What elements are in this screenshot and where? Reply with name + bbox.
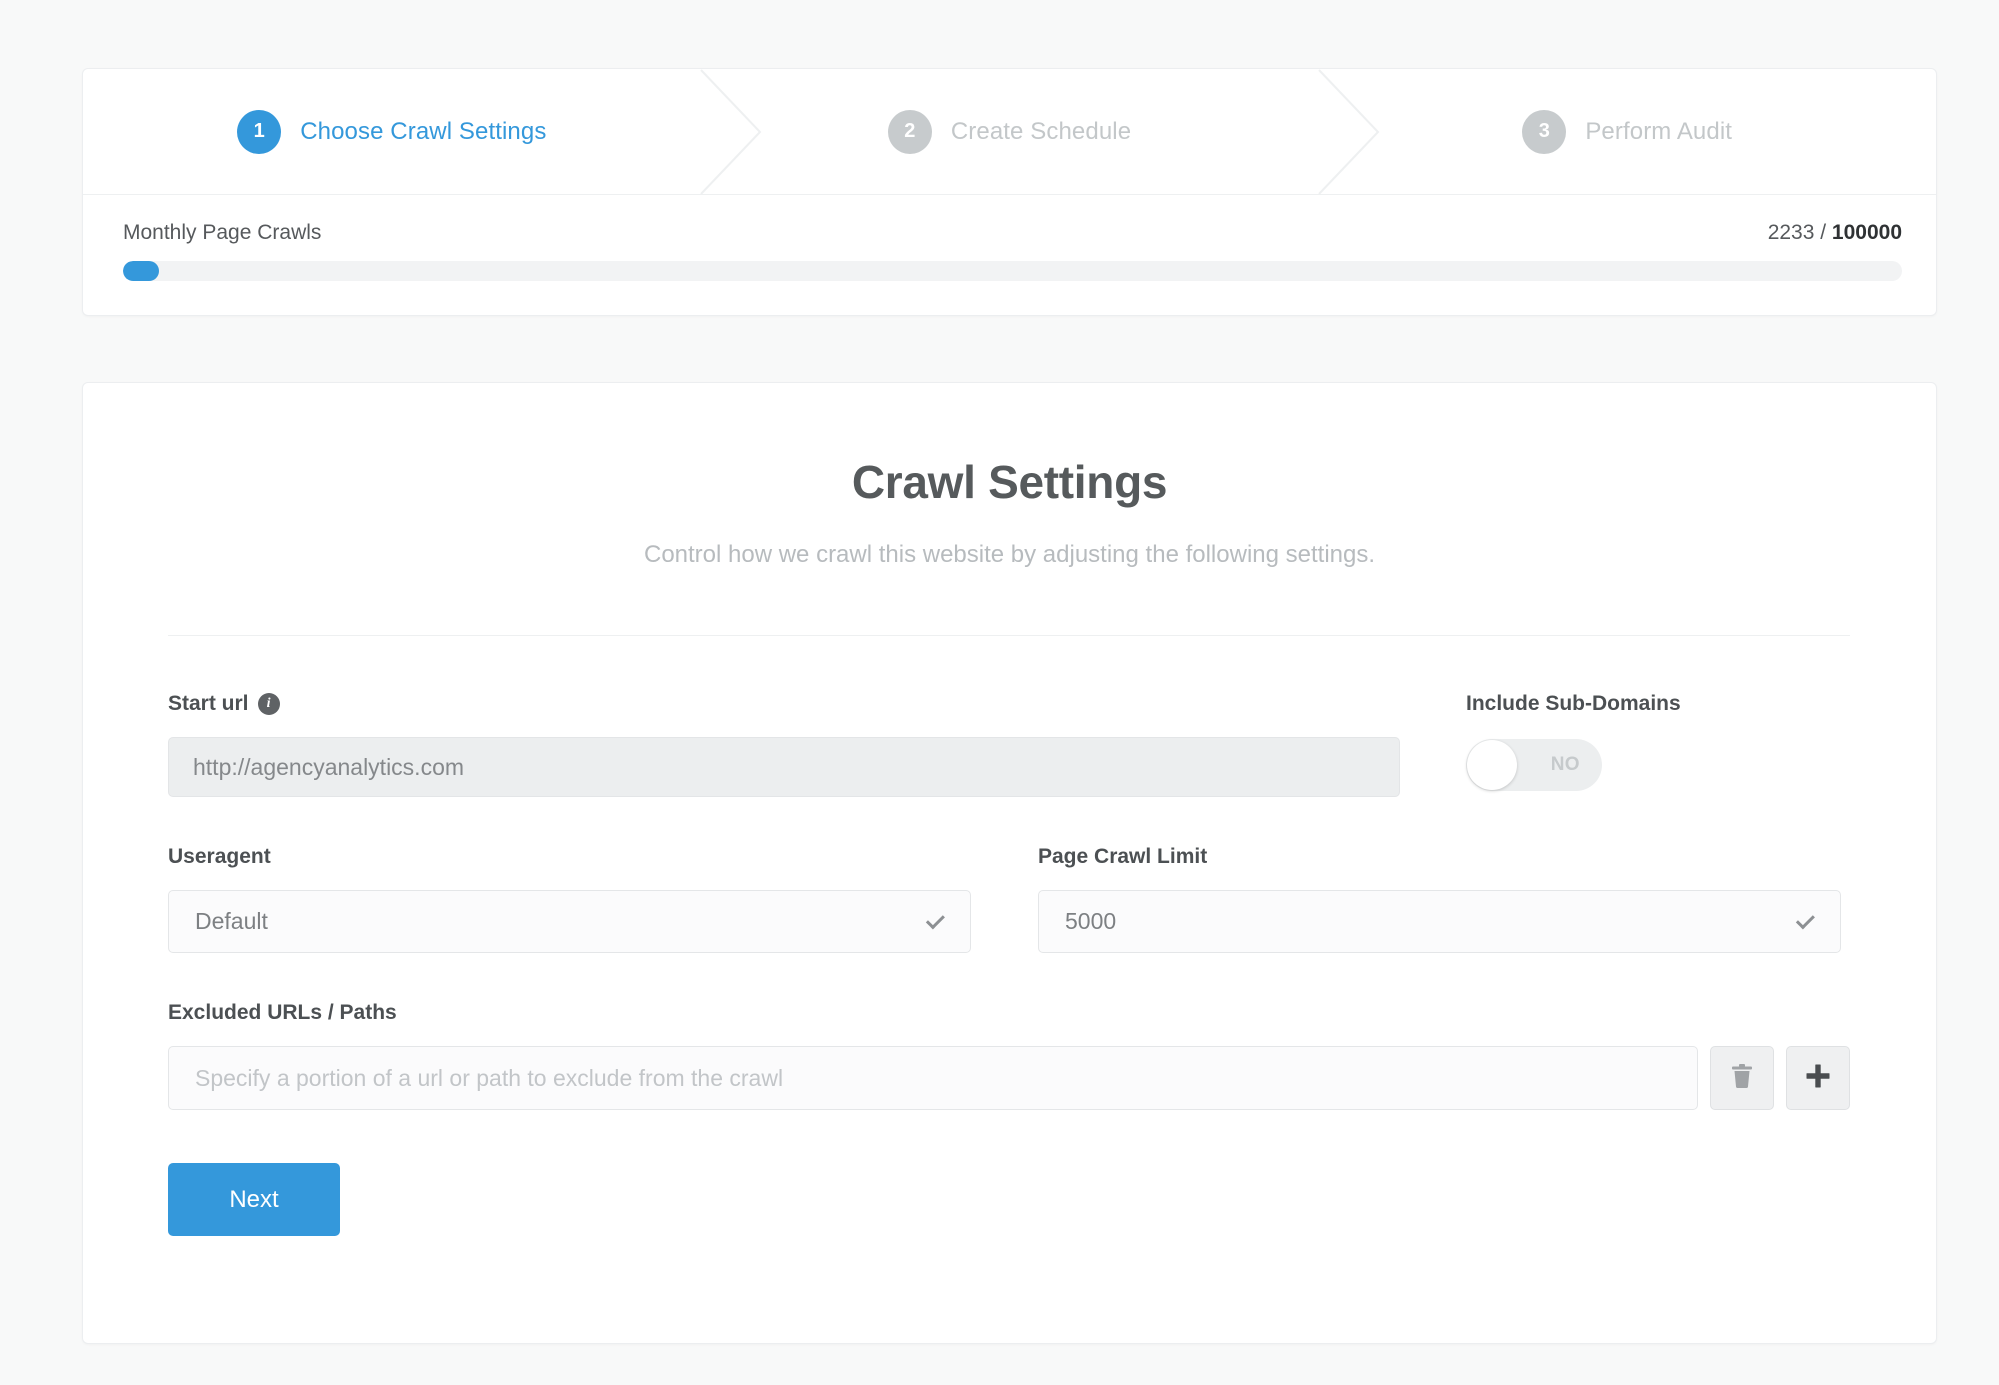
toggle-state-label: NO — [1550, 754, 1580, 775]
step-2-label: Create Schedule — [950, 117, 1132, 145]
add-excluded-url-button[interactable] — [1786, 1046, 1850, 1110]
start-url-value: http://agencyanalytics.com — [193, 753, 465, 780]
excluded-urls-placeholder: Specify a portion of a url or path to ex… — [195, 1064, 784, 1091]
page-crawl-limit-value: 5000 — [1065, 908, 1117, 934]
wizard-header-card: 1 Choose Crawl Settings 2 Create Schedul… — [82, 68, 1937, 316]
quota-progress-fill — [123, 261, 159, 281]
quota-used: 2233 — [1767, 221, 1815, 244]
useragent-label: Useragent — [168, 845, 271, 868]
start-url-label: Start url — [168, 692, 249, 715]
include-subdomains-group: Include Sub-Domains NO — [1466, 692, 1681, 797]
excluded-urls-input[interactable]: Specify a portion of a url or path to ex… — [168, 1046, 1698, 1110]
page-title: Crawl Settings — [851, 456, 1168, 508]
trash-icon — [1730, 1062, 1754, 1095]
include-subdomains-label: Include Sub-Domains — [1466, 692, 1681, 715]
page-crawl-limit-select[interactable]: 5000 — [1038, 890, 1841, 953]
step-create-schedule[interactable]: 2 Create Schedule — [701, 69, 1319, 194]
quota-label: Monthly Page Crawls — [123, 221, 322, 244]
quota-total: 100000 — [1831, 221, 1902, 244]
delete-excluded-url-button[interactable] — [1710, 1046, 1774, 1110]
quota-separator: / — [1814, 221, 1832, 244]
monthly-page-crawls-section: Monthly Page Crawls 2233 / 100000 — [83, 195, 1936, 315]
include-subdomains-toggle[interactable]: NO — [1466, 739, 1602, 791]
crawl-settings-form: Start url i http://agencyanalytics.com I… — [83, 692, 1936, 1236]
crawl-settings-card: Crawl Settings Control how we crawl this… — [82, 382, 1937, 1344]
page-crawl-limit-label: Page Crawl Limit — [1038, 845, 1208, 868]
plus-icon — [1805, 1063, 1831, 1094]
start-url-label-row: Start url i — [168, 692, 1400, 716]
excluded-urls-label: Excluded URLs / Paths — [168, 1001, 397, 1024]
step-choose-crawl-settings[interactable]: 1 Choose Crawl Settings — [83, 69, 701, 194]
start-url-input[interactable]: http://agencyanalytics.com — [168, 737, 1400, 797]
step-3-label: Perform Audit — [1585, 117, 1733, 145]
chevron-down-icon — [1795, 909, 1815, 929]
toggle-knob — [1467, 740, 1517, 790]
step-2-number: 2 — [887, 109, 932, 154]
info-icon[interactable]: i — [257, 693, 280, 715]
step-1-number: 1 — [237, 109, 282, 154]
page-crawl-limit-group: Page Crawl Limit 5000 — [1038, 845, 1841, 953]
section-divider — [168, 635, 1850, 636]
step-3-number: 3 — [1522, 109, 1567, 154]
excluded-urls-group: Excluded URLs / Paths Specify a portion … — [168, 1001, 1850, 1110]
quota-count: 2233 / 100000 — [1768, 221, 1902, 245]
wizard-stepper: 1 Choose Crawl Settings 2 Create Schedul… — [83, 69, 1936, 195]
useragent-group: Useragent Default — [168, 845, 971, 953]
page-subtitle: Control how we crawl this website by adj… — [643, 541, 1376, 568]
step-1-label: Choose Crawl Settings — [300, 117, 547, 145]
useragent-select[interactable]: Default — [168, 890, 971, 953]
crawl-settings-page: 1 Choose Crawl Settings 2 Create Schedul… — [0, 0, 1999, 1385]
start-url-group: Start url i http://agencyanalytics.com — [168, 692, 1400, 797]
quota-progress-bar — [123, 261, 1902, 281]
next-button[interactable]: Next — [168, 1163, 340, 1236]
useragent-value: Default — [195, 908, 268, 934]
step-perform-audit[interactable]: 3 Perform Audit — [1318, 69, 1936, 194]
chevron-down-icon — [925, 909, 945, 929]
